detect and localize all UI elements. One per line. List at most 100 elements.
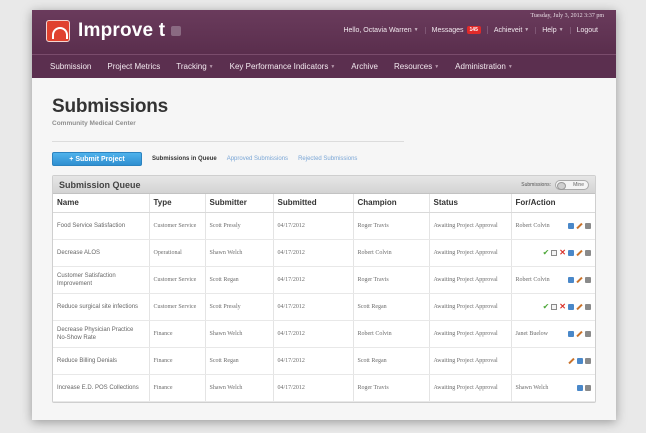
comment-icon[interactable]	[568, 330, 574, 337]
menu-item-label: Submission	[50, 62, 92, 71]
table-row[interactable]: Customer Satisfaction Improvement Custome…	[53, 266, 595, 294]
cell-champion: Roger Travis	[353, 212, 430, 240]
menu-item-resources[interactable]: Resources ▼	[386, 62, 447, 71]
trash-icon[interactable]	[585, 357, 591, 364]
menu-item-submission[interactable]: Submission	[42, 62, 99, 71]
cell-submitted: 04/17/2012	[273, 347, 354, 375]
cell-type: Finance	[149, 374, 206, 402]
cell-name[interactable]: Decrease ALOS	[53, 239, 150, 267]
menu-item-archive[interactable]: Archive	[343, 62, 386, 71]
cell-name[interactable]: Decrease Physician Practice No-Show Rate	[53, 320, 150, 348]
pencil-icon[interactable]	[576, 222, 583, 229]
menu-item-administration[interactable]: Administration ▼	[447, 62, 521, 71]
pencil-icon[interactable]	[568, 357, 575, 364]
comment-icon[interactable]	[568, 276, 574, 283]
table-row[interactable]: Reduce Billing Denials Finance Scott Regan…	[53, 347, 595, 375]
pencil-icon[interactable]	[576, 249, 583, 256]
cell-for-action: Janet Buelow	[511, 320, 595, 348]
column-header-name[interactable]: Name	[53, 194, 150, 213]
table-body: Food Service Satisfaction Customer Servic…	[53, 212, 595, 402]
comment-icon[interactable]	[577, 384, 583, 391]
submissions-filter: Submissions: Mine	[521, 179, 589, 190]
cell-type: Finance	[149, 320, 206, 348]
for-assignee: Robert Colvin	[515, 276, 550, 283]
pencil-icon[interactable]	[576, 303, 583, 310]
table-row[interactable]: Reduce surgical site infections Customer …	[53, 293, 595, 321]
tab-approved-submissions[interactable]: Approved Submissions	[227, 156, 288, 162]
help-menu[interactable]: Help ▼	[536, 26, 571, 34]
cell-champion: Roger Travis	[353, 374, 430, 402]
trash-icon[interactable]	[585, 303, 591, 310]
achieveit-menu[interactable]: Achieveit ▼	[488, 26, 537, 34]
menu-item-project-metrics[interactable]: Project Metrics	[99, 62, 168, 71]
cell-status: Awaiting Project Approval	[429, 374, 512, 402]
trash-icon[interactable]	[585, 330, 591, 337]
column-header-submitter[interactable]: Submitter	[205, 194, 274, 213]
comment-icon[interactable]	[568, 303, 574, 310]
cell-name[interactable]: Reduce Billing Denials	[53, 347, 150, 375]
document-icon[interactable]	[551, 249, 558, 256]
submission-table: Name Type Submitter Submitted Champion Status…	[53, 194, 595, 402]
table-row[interactable]: Increase E.D. POS Collections Finance Shaw…	[53, 374, 595, 402]
document-icon[interactable]	[551, 303, 558, 310]
table-row[interactable]: Food Service Satisfaction Customer Servic…	[53, 212, 595, 240]
top-bar: Improve t Tuesday, July 3, 2012 3:37 pm …	[32, 10, 616, 54]
menu-item-key-performance-indicators[interactable]: Key Performance Indicators ▼	[222, 62, 344, 71]
comment-icon[interactable]	[577, 357, 583, 364]
column-header-champion[interactable]: Champion	[353, 194, 430, 213]
reject-icon[interactable]: ✕	[559, 302, 566, 310]
brand-name: Improve t	[78, 20, 166, 41]
pencil-icon[interactable]	[576, 276, 583, 283]
trash-icon[interactable]	[585, 384, 591, 391]
trash-icon[interactable]	[585, 222, 591, 229]
menu-item-label: Resources	[393, 62, 433, 71]
brand-logo[interactable]: Improve t	[46, 20, 182, 42]
column-header-type[interactable]: Type	[149, 194, 206, 213]
menu-item-label: Administration	[455, 62, 506, 71]
tab-rejected-submissions[interactable]: Rejected Submissions	[298, 156, 357, 162]
menu-item-label: Project Metrics	[107, 62, 161, 71]
submit-project-button[interactable]: + Submit Project	[52, 152, 142, 166]
trash-icon[interactable]	[585, 249, 591, 256]
pencil-icon[interactable]	[576, 330, 583, 337]
cell-status: Awaiting Project Approval	[429, 266, 512, 294]
toggle-value: Mine	[573, 181, 584, 188]
menu-item-tracking[interactable]: Tracking ▼	[168, 62, 221, 71]
messages-link[interactable]: Messages 145	[426, 26, 488, 34]
comment-icon[interactable]	[568, 249, 574, 256]
table-row[interactable]: Decrease Physician Practice No-Show Rate…	[53, 320, 595, 348]
cell-name[interactable]: Customer Satisfaction Improvement	[53, 266, 150, 294]
logout-link[interactable]: Logout	[571, 27, 604, 34]
cell-for-action: ✔ ✕	[511, 239, 595, 267]
cell-name[interactable]: Reduce surgical site infections	[53, 293, 150, 321]
cell-submitted: 04/17/2012	[273, 374, 354, 402]
submissions-toggle[interactable]: Mine	[555, 179, 589, 190]
reject-icon[interactable]: ✕	[559, 248, 566, 256]
page-subtitle: Community Medical Center	[52, 120, 136, 127]
cell-champion: Roger Travis	[353, 266, 430, 294]
check-icon[interactable]: ✔	[543, 248, 550, 256]
user-greeting-menu[interactable]: Hello, Octavia Warren ▼	[337, 26, 426, 34]
submissions-filter-label: Submissions:	[521, 181, 551, 188]
table-row[interactable]: Decrease ALOS Operational Shawn Welch 04/17…	[53, 239, 595, 267]
for-assignee: Robert Colvin	[515, 222, 550, 229]
menu-item-label: Archive	[351, 62, 378, 71]
column-header-submitted[interactable]: Submitted	[273, 194, 354, 213]
cell-champion: Robert Colvin	[353, 239, 430, 267]
panel-title: Submission Queue	[59, 179, 141, 190]
check-icon[interactable]: ✔	[543, 302, 550, 310]
column-header-for-action[interactable]: For/Action	[511, 194, 595, 213]
column-header-status[interactable]: Status	[429, 194, 512, 213]
cell-type: Customer Service	[149, 266, 206, 294]
trash-icon[interactable]	[585, 276, 591, 283]
comment-icon[interactable]	[568, 222, 574, 229]
cell-submitter: Scott Regan	[205, 266, 274, 294]
cell-name[interactable]: Food Service Satisfaction	[53, 212, 150, 240]
cell-name[interactable]: Increase E.D. POS Collections	[53, 374, 150, 402]
cell-for-action: ✔ ✕	[511, 293, 595, 321]
cell-submitted: 04/17/2012	[273, 320, 354, 348]
cell-submitted: 04/17/2012	[273, 212, 354, 240]
cell-submitter: Shawn Welch	[205, 320, 274, 348]
tab-submissions-in-queue[interactable]: Submissions in Queue	[152, 156, 217, 162]
cell-for-action: Shawn Welch	[511, 374, 595, 402]
